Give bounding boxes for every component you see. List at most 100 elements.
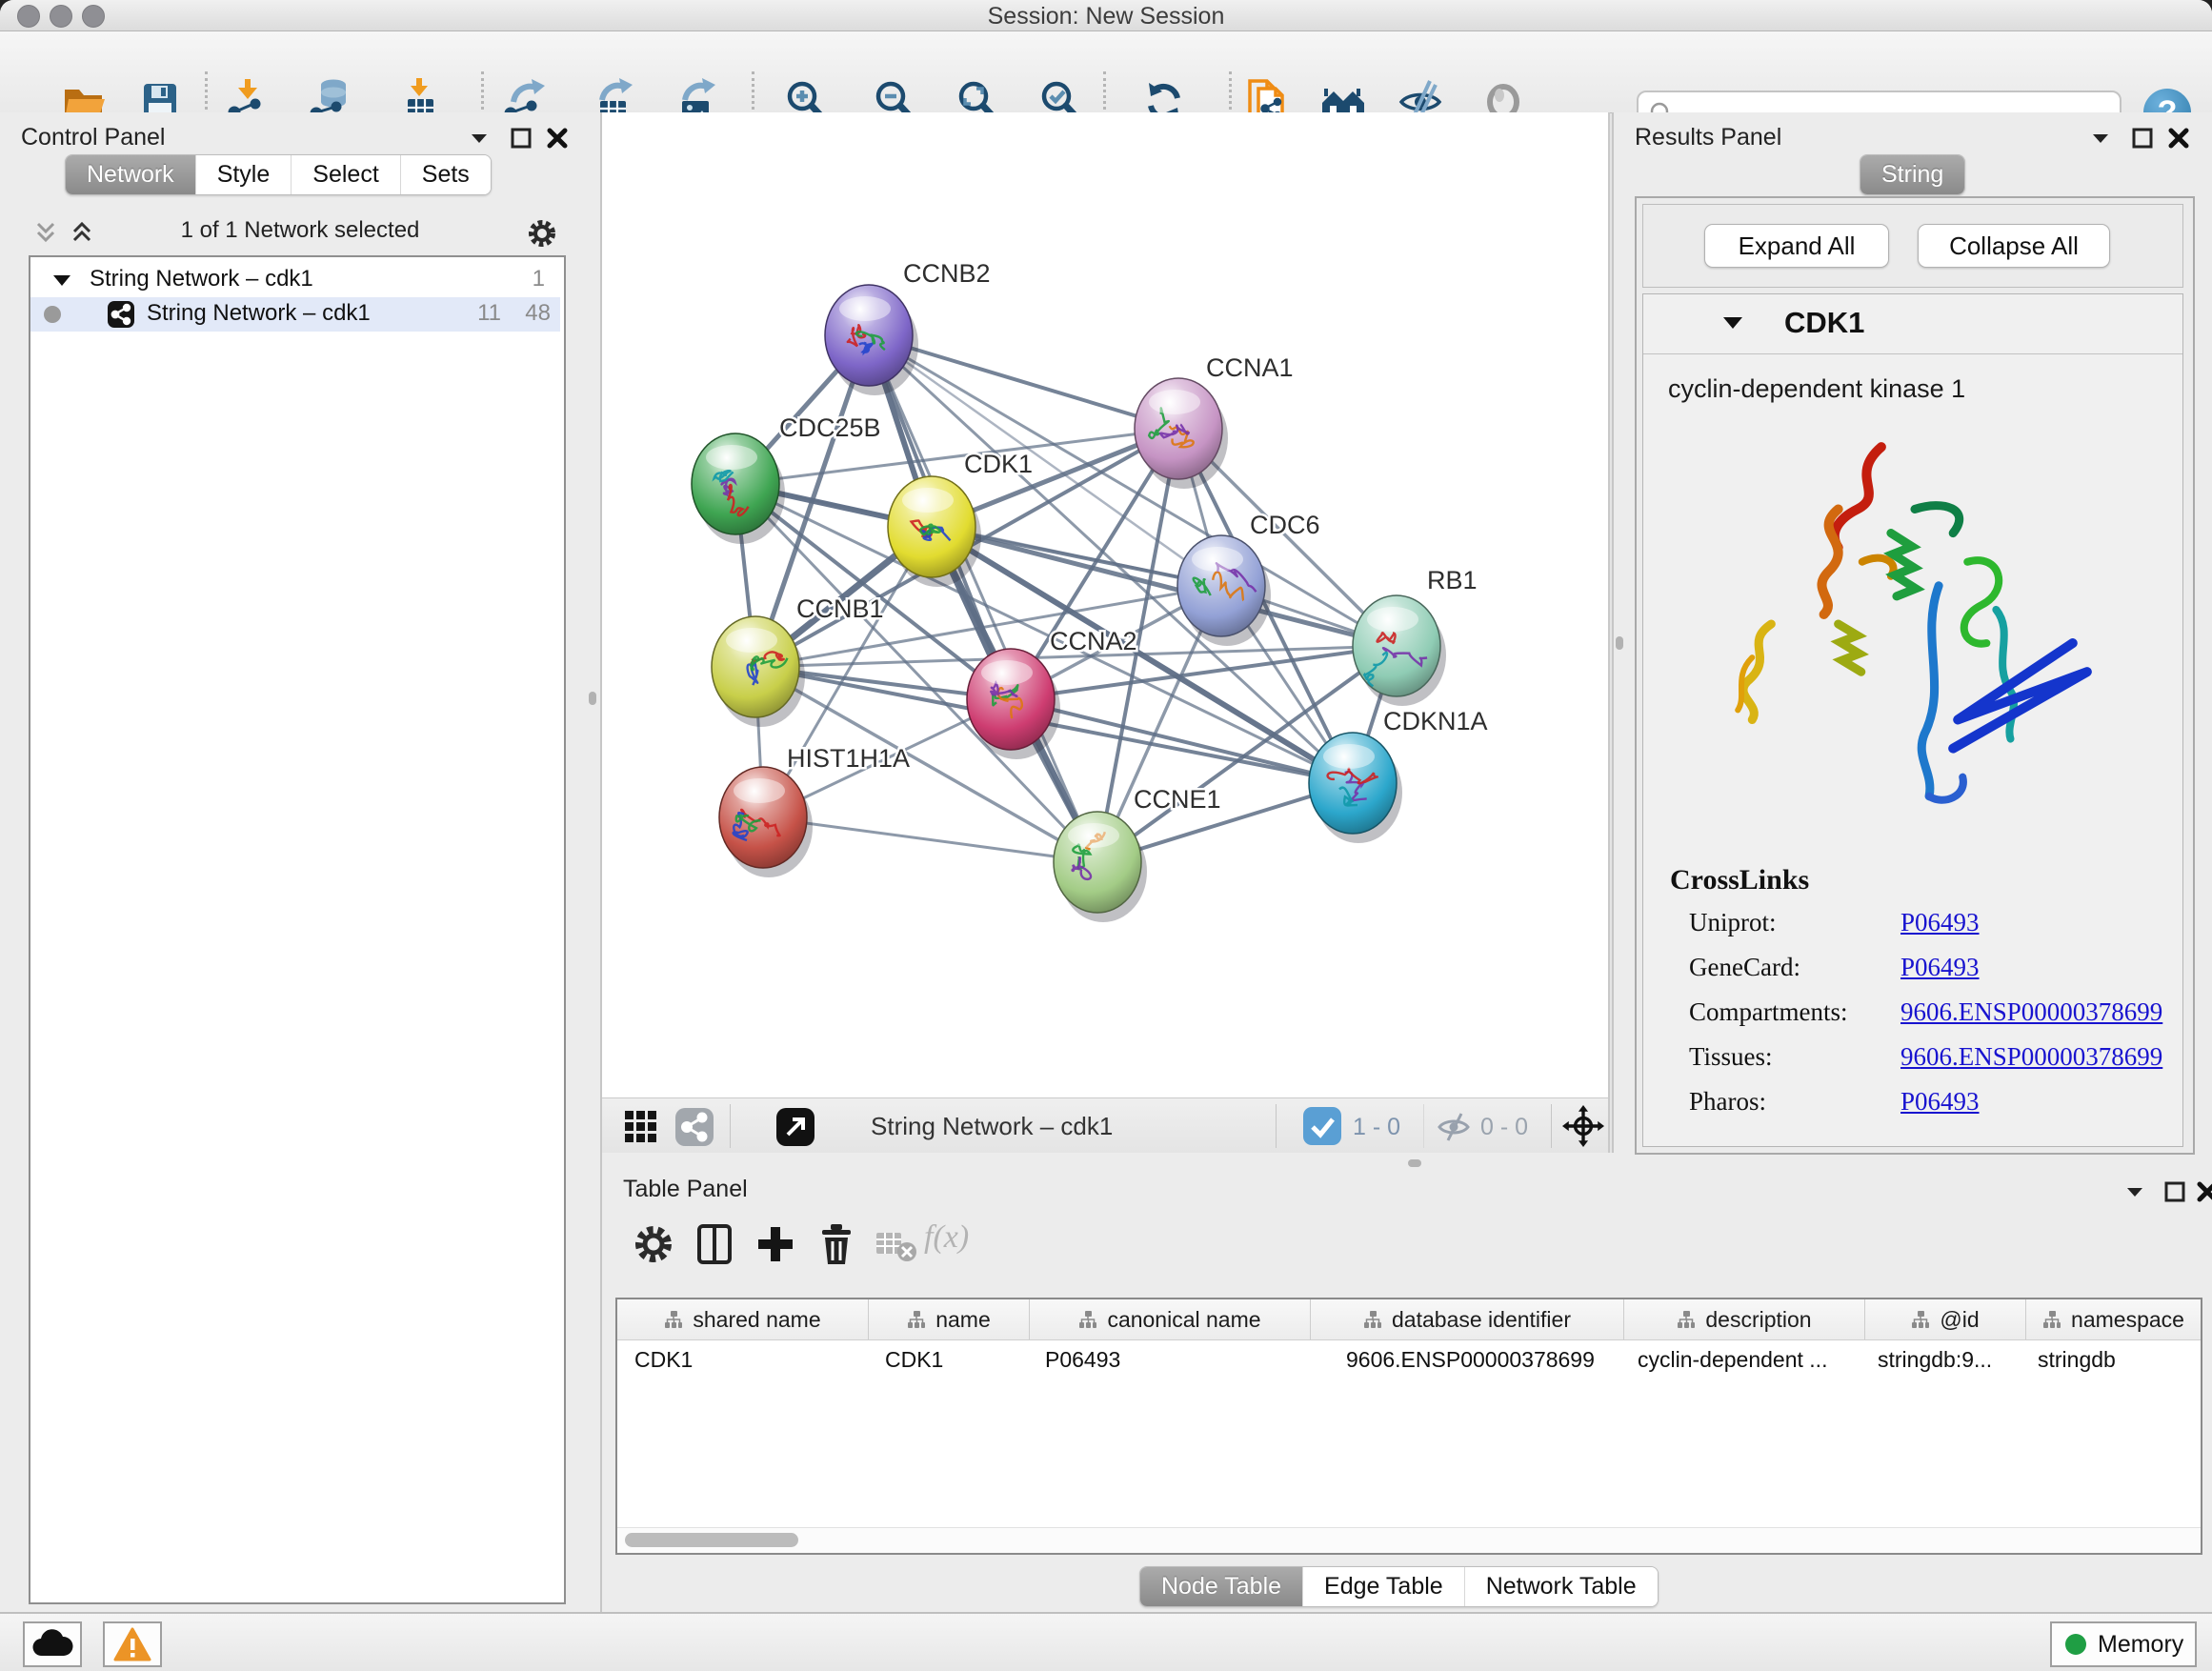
function-builder-icon[interactable]: f(x) <box>924 1219 969 1256</box>
birds-eye-navigator-icon[interactable] <box>1562 1105 1604 1147</box>
tab-edge-table[interactable]: Edge Table <box>1302 1567 1464 1606</box>
column-header-shared-name[interactable]: shared name <box>617 1299 869 1339</box>
network-view-icon[interactable] <box>674 1107 714 1147</box>
network-edge-CCNA2-CDKN1A[interactable] <box>1011 699 1353 783</box>
column-type-icon <box>1078 1310 1097 1329</box>
crosslink-row: Compartments:9606.ENSP00000378699 <box>1689 997 1847 1027</box>
network-edge-count: 48 <box>525 300 551 327</box>
network-canvas[interactable]: CCNB2CCNA1CDC25BCDK1CDC6RB1CCNB1CCNA2CDK… <box>602 112 1610 1097</box>
panel-menu-icon[interactable] <box>2088 126 2113 151</box>
table-panel-title: Table Panel <box>623 1176 748 1203</box>
tab-network[interactable]: Network <box>66 155 195 194</box>
network-node-RB1[interactable]: RB1 <box>1353 566 1478 706</box>
collapse-all-button[interactable]: Collapse All <box>1918 224 2110 268</box>
network-node-CCNE1[interactable]: CCNE1 <box>1054 785 1221 922</box>
protein-description: cyclin-dependent kinase 1 <box>1668 374 1965 404</box>
network-selection-status-bar: 1 of 1 Network selected <box>0 211 600 253</box>
detach-view-icon[interactable] <box>775 1107 815 1147</box>
delete-table-icon[interactable] <box>871 1219 920 1269</box>
splitter-handle[interactable] <box>1616 636 1623 650</box>
column-type-icon <box>907 1310 926 1329</box>
control-panel: Control Panel Network Style Select Sets … <box>0 112 602 1612</box>
network-view-dot-icon <box>44 306 61 323</box>
close-panel-icon[interactable] <box>545 126 570 151</box>
table-options-gear-icon[interactable] <box>629 1219 678 1269</box>
close-panel-icon[interactable] <box>2166 126 2191 151</box>
show-columns-icon[interactable] <box>690 1219 739 1269</box>
network-node-CCNB1[interactable]: CCNB1 <box>712 594 884 727</box>
column-type-icon <box>1363 1310 1382 1329</box>
column-header-description[interactable]: description <box>1624 1299 1865 1339</box>
node-label-CDC25B: CDC25B <box>779 413 881 442</box>
column-header-id[interactable]: @id <box>1865 1299 2026 1339</box>
tab-node-table[interactable]: Node Table <box>1140 1567 1302 1606</box>
horizontal-scrollbar[interactable] <box>617 1527 2201 1553</box>
warnings-button[interactable] <box>103 1621 162 1667</box>
crosslinks-heading: CrossLinks <box>1670 864 1809 896</box>
network-collection-row[interactable]: String Network – cdk1 1 <box>30 263 560 297</box>
network-node-CDKN1A[interactable]: CDKN1A <box>1309 707 1488 843</box>
float-panel-icon[interactable] <box>2130 126 2155 151</box>
cloud-sync-button[interactable] <box>23 1621 82 1667</box>
scrollbar-thumb[interactable] <box>625 1533 798 1547</box>
splitter-handle[interactable] <box>589 692 596 705</box>
node-label-CCNB2: CCNB2 <box>903 259 991 288</box>
splitter-handle[interactable] <box>1408 1159 1421 1167</box>
column-header-namespace[interactable]: namespace <box>2026 1299 2201 1339</box>
control-panel-title: Control Panel <box>21 124 165 151</box>
grid-view-icon[interactable] <box>623 1109 659 1145</box>
column-header-name[interactable]: name <box>869 1299 1030 1339</box>
collection-expander-icon[interactable] <box>51 272 72 291</box>
column-type-icon <box>1677 1310 1696 1329</box>
column-header-canonical-name[interactable]: canonical name <box>1030 1299 1311 1339</box>
tab-select[interactable]: Select <box>291 155 399 194</box>
protein-detail-box: CDK1 cyclin-dependent kinase 1 <box>1642 293 2183 1147</box>
network-edge-CCNB2-CCNE1[interactable] <box>869 335 1097 862</box>
network-node-CDK1[interactable]: CDK1 <box>888 450 1033 587</box>
float-panel-icon[interactable] <box>2162 1179 2187 1204</box>
node-label-CCNA1: CCNA1 <box>1206 353 1294 382</box>
network-graph[interactable]: CCNB2CCNA1CDC25BCDK1CDC6RB1CCNB1CCNA2CDK… <box>602 112 1608 1097</box>
tab-network-table[interactable]: Network Table <box>1464 1567 1658 1606</box>
uniprot-link[interactable]: P06493 <box>1900 908 1980 937</box>
viewbar-separator <box>730 1104 731 1148</box>
genecard-link[interactable]: P06493 <box>1900 953 1980 982</box>
collapse-protein-icon[interactable] <box>1721 313 1744 332</box>
column-header-database-identifier[interactable]: database identifier <box>1311 1299 1624 1339</box>
network-node-HIST1H1A[interactable]: HIST1H1A <box>719 744 910 877</box>
results-panel: Results Panel String Expand All Collapse… <box>1612 112 2212 1153</box>
protein-header[interactable]: CDK1 <box>1643 294 2182 354</box>
node-label-CDKN1A: CDKN1A <box>1383 707 1488 735</box>
network-node-CCNB2[interactable]: CCNB2 <box>825 259 991 395</box>
crosslink-row: Uniprot:P06493 <box>1689 908 1777 937</box>
node-label-CCNB1: CCNB1 <box>796 594 884 623</box>
network-options-gear-icon[interactable] <box>526 217 558 250</box>
node-label-RB1: RB1 <box>1427 566 1478 594</box>
selected-items-checkbox[interactable] <box>1303 1107 1341 1145</box>
close-panel-icon[interactable] <box>2195 1179 2212 1204</box>
panel-menu-icon[interactable] <box>2122 1179 2147 1204</box>
network-icon <box>107 300 135 329</box>
tab-sets[interactable]: Sets <box>400 155 491 194</box>
tab-style[interactable]: Style <box>195 155 292 194</box>
horizontal-splitter[interactable] <box>602 1153 2212 1172</box>
network-edge-HIST1H1A-CCNE1[interactable] <box>763 817 1097 862</box>
compartments-link[interactable]: 9606.ENSP00000378699 <box>1900 997 2162 1027</box>
panel-menu-icon[interactable] <box>467 126 492 151</box>
float-panel-icon[interactable] <box>509 126 533 151</box>
delete-column-icon[interactable] <box>812 1219 861 1269</box>
tissues-link[interactable]: 9606.ENSP00000378699 <box>1900 1042 2162 1072</box>
create-column-icon[interactable] <box>751 1219 800 1269</box>
hidden-items-icon[interactable] <box>1437 1112 1471 1142</box>
memory-button[interactable]: Memory <box>2050 1621 2197 1667</box>
network-node-CCNA1[interactable]: CCNA1 <box>1135 353 1294 489</box>
expand-all-button[interactable]: Expand All <box>1704 224 1889 268</box>
network-row-selected[interactable]: String Network – cdk1 11 48 <box>30 297 560 332</box>
node-label-CDK1: CDK1 <box>964 450 1033 478</box>
table-row[interactable]: CDK1 CDK1 P06493 9606.ENSP00000378699 cy… <box>617 1340 2201 1380</box>
network-label: String Network – cdk1 <box>147 300 371 327</box>
tab-string[interactable]: String <box>1860 155 1964 194</box>
node-label-HIST1H1A: HIST1H1A <box>787 744 910 773</box>
main-toolbar: ? <box>0 31 2212 113</box>
pharos-link[interactable]: P06493 <box>1900 1087 1980 1117</box>
